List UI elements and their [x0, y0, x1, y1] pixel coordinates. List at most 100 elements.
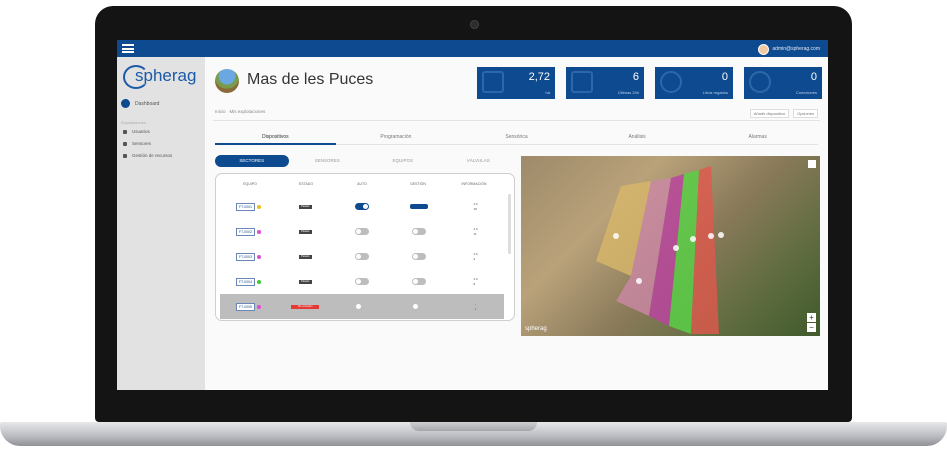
sidebar-group-label: Explotaciones: [121, 120, 146, 125]
stat-value: 0: [810, 71, 817, 83]
sidebar-item-label: Dashboard: [135, 100, 160, 107]
subtab-equipment[interactable]: EQUIPOS: [366, 155, 440, 167]
state-cell: Parado: [277, 204, 334, 209]
home-icon: [121, 99, 130, 108]
table-row[interactable]: FT-0001 Parado 4.6 18: [220, 194, 504, 219]
sidebar-item-dashboard[interactable]: Dashboard: [121, 99, 159, 108]
map-logo: spherag: [525, 326, 547, 332]
breadcrumb-item[interactable]: Mis explotaciones: [230, 109, 266, 114]
table-row[interactable]: FT-0004 Parado 4.6 8: [220, 269, 504, 294]
signal-icon: [749, 71, 771, 93]
manage-toggle[interactable]: [409, 204, 428, 209]
table-row[interactable]: FT-0005 Sin conexión – 1: [220, 294, 504, 319]
state-cell: Sin conexión: [277, 304, 334, 309]
info-value: 8: [473, 281, 476, 286]
tab-alarms[interactable]: Alarmas: [697, 131, 818, 145]
auto-toggle[interactable]: [354, 278, 369, 285]
tab-programming[interactable]: Programación: [335, 131, 457, 145]
drop-icon: [660, 71, 682, 93]
device-id[interactable]: FT-0001: [235, 202, 255, 211]
manage-toggle[interactable]: [411, 278, 426, 285]
devices-table: EQUIPO ESTADO AUTO GESTIÓN INFORMACIÓN F…: [215, 173, 515, 321]
tab-analysis[interactable]: Análisis: [576, 131, 698, 145]
auto-toggle[interactable]: [354, 303, 369, 310]
column-header: INFORMACIÓN: [461, 182, 487, 186]
stat-value: 2,72: [528, 71, 550, 83]
laptop-notch: [410, 422, 537, 431]
info-cell: 4.6 9: [447, 252, 504, 262]
device-id[interactable]: FT-0005: [235, 302, 255, 311]
manage-toggle[interactable]: [411, 253, 426, 260]
sidebar-item-resources[interactable]: Gestión de recursos: [123, 153, 172, 158]
subtab-sensors[interactable]: SENSORES: [291, 155, 365, 167]
stat-label: Últimas 24h: [617, 90, 639, 95]
sidebar-item-users[interactable]: Usuarios: [123, 129, 150, 134]
zoom-in-button[interactable]: +: [807, 313, 816, 322]
brand-logo[interactable]: spherag: [123, 63, 197, 89]
manage-toggle[interactable]: [411, 303, 426, 310]
scrollbar[interactable]: [508, 194, 511, 254]
avatar: [758, 43, 770, 55]
auto-cell: [334, 203, 391, 210]
column-header: GESTIÓN: [410, 182, 426, 186]
auto-toggle[interactable]: [354, 253, 369, 260]
options-button[interactable]: Opciones: [793, 109, 818, 118]
fullscreen-icon[interactable]: [808, 160, 816, 168]
sidebar-item-label: Gestión de recursos: [132, 153, 173, 158]
device-id[interactable]: FT-0004: [235, 277, 255, 286]
auto-cell: [334, 253, 391, 260]
device-id[interactable]: FT-0003: [235, 252, 255, 261]
column-header: AUTO: [357, 182, 367, 186]
info-value: 18: [473, 206, 477, 211]
stat-card-area: 2,72 ha: [477, 67, 555, 99]
auto-cell: [334, 303, 391, 310]
sidebar: spherag Dashboard Explotaciones Usuarios…: [117, 57, 205, 390]
auto-toggle[interactable]: [354, 203, 369, 210]
zoom-out-button[interactable]: −: [807, 323, 816, 332]
satellite-map[interactable]: + − spherag: [521, 156, 820, 336]
marker-icon[interactable]: [673, 245, 679, 251]
state-cell: Parado: [277, 279, 334, 284]
sub-tabs: SECTORES SENSORES EQUIPOS VÁLVULAS: [215, 155, 515, 167]
area-icon: [482, 71, 504, 93]
marker-icon[interactable]: [718, 232, 724, 238]
status-dot-icon: [256, 204, 261, 209]
subtab-valves[interactable]: VÁLVULAS: [442, 155, 516, 167]
marker-icon[interactable]: [708, 233, 714, 239]
stat-card-events: 6 Últimas 24h: [566, 67, 644, 99]
user-menu[interactable]: admin@spherag.com: [758, 43, 820, 55]
manage-cell: [390, 228, 447, 235]
user-icon: [123, 129, 127, 134]
table-row[interactable]: FT-0002 Parado 4.6 11: [220, 219, 504, 244]
breadcrumb-item[interactable]: Inicio: [215, 109, 226, 114]
manage-toggle[interactable]: [411, 228, 426, 235]
divider: [213, 120, 820, 121]
hamburger-menu-icon[interactable]: [122, 44, 134, 53]
subtab-sectors[interactable]: SECTORES: [215, 155, 289, 167]
manage-cell: [390, 278, 447, 285]
info-cell: – 1: [447, 302, 504, 312]
field-plots: [596, 166, 724, 334]
device-id[interactable]: FT-0002: [235, 227, 255, 236]
marker-icon[interactable]: [613, 233, 619, 239]
manage-cell: [390, 253, 447, 260]
status-dot-icon: [256, 304, 261, 309]
device-cell: FT-0002: [220, 227, 277, 236]
add-device-button[interactable]: Añadir dispositivo: [749, 109, 790, 118]
marker-icon[interactable]: [690, 236, 696, 242]
sidebar-item-sensors[interactable]: Sensores: [123, 141, 151, 146]
tab-devices[interactable]: Dispositivos: [215, 131, 336, 145]
state-cell: Parado: [277, 229, 334, 234]
table-header: EQUIPO ESTADO AUTO GESTIÓN INFORMACIÓN: [222, 182, 502, 188]
table-row[interactable]: FT-0003 Parado 4.6 9: [220, 244, 504, 269]
column-header: ESTADO: [298, 182, 314, 186]
device-cell: FT-0004: [220, 277, 277, 286]
tab-sensors[interactable]: Sensórica: [456, 131, 577, 145]
farm-icon: [215, 69, 239, 93]
main-tabs: Dispositivos Programación Sensórica Anál…: [215, 131, 818, 145]
user-email: admin@spherag.com: [772, 46, 820, 52]
marker-icon[interactable]: [636, 278, 642, 284]
auto-toggle[interactable]: [354, 228, 369, 235]
status-badge: Parado: [298, 279, 312, 284]
manage-cell: [390, 204, 447, 209]
